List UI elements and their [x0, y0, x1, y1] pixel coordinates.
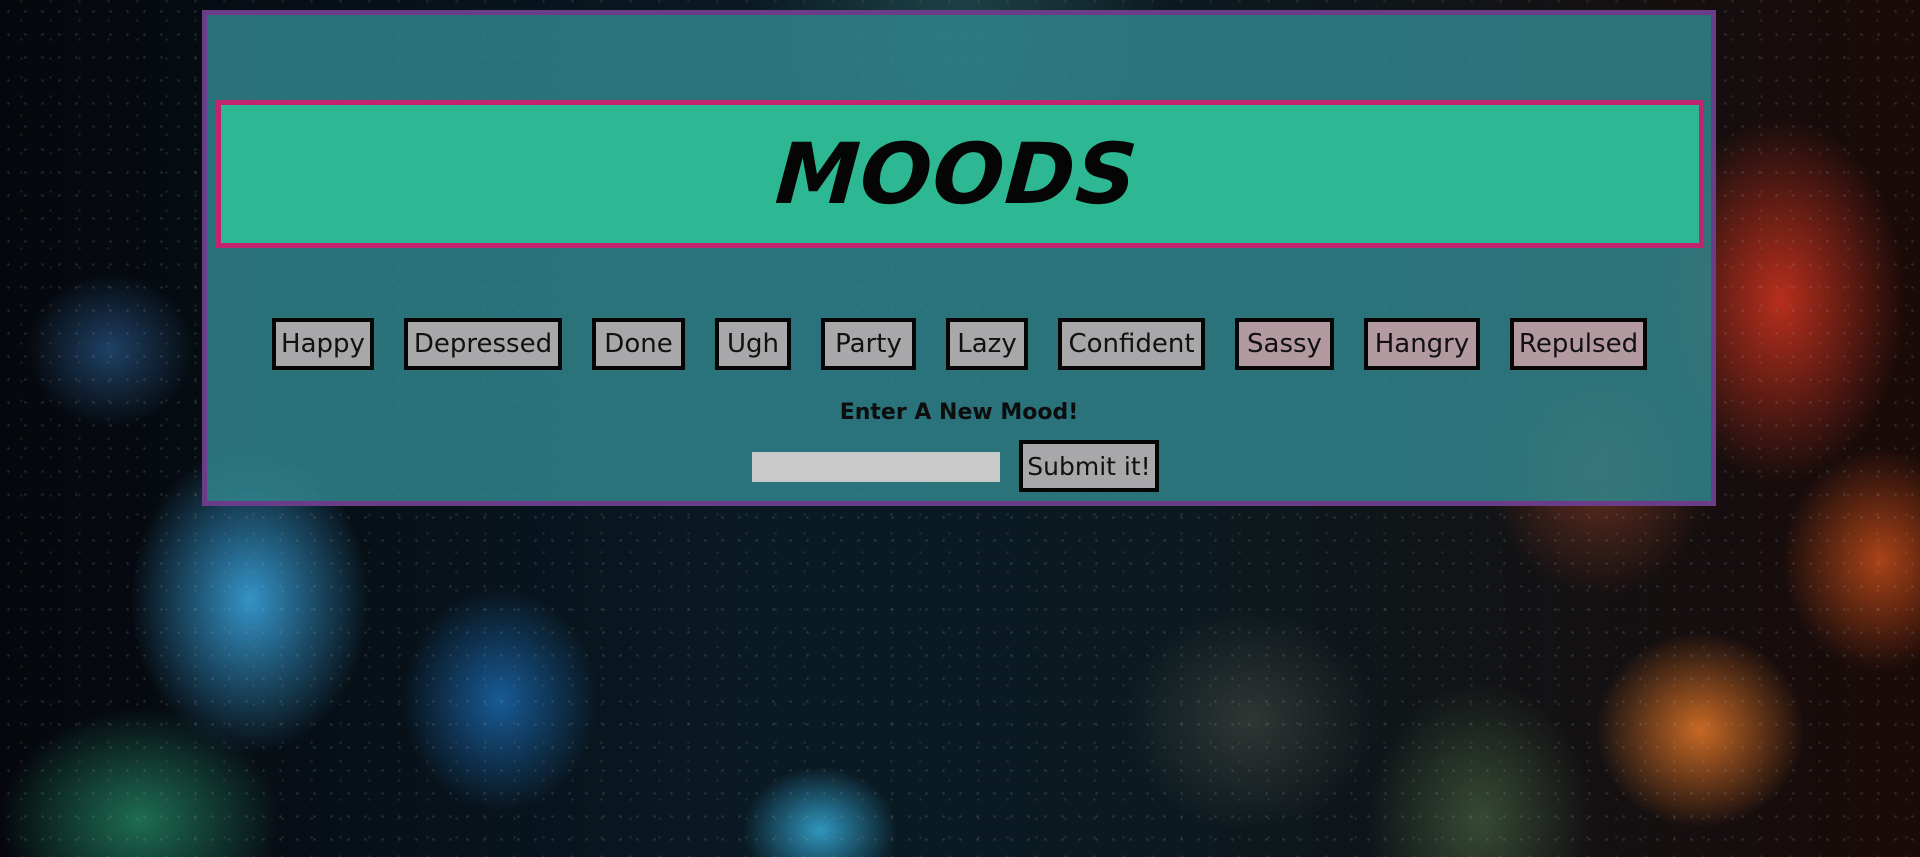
new-mood-input[interactable] [752, 452, 1000, 482]
mood-button-party[interactable]: Party [821, 318, 916, 370]
mood-button-done[interactable]: Done [592, 318, 685, 370]
title-banner: MOODS [216, 100, 1704, 248]
mood-button-repulsed[interactable]: Repulsed [1510, 318, 1647, 370]
mood-button-sassy[interactable]: Sassy [1235, 318, 1334, 370]
mood-button-confident[interactable]: Confident [1058, 318, 1205, 370]
submit-button[interactable]: Submit it! [1019, 440, 1159, 492]
mood-button-happy[interactable]: Happy [272, 318, 374, 370]
page-title: MOODS [772, 125, 1142, 223]
mood-button-row: Happy Depressed Done Ugh Party Lazy Conf… [207, 318, 1711, 370]
mood-button-depressed[interactable]: Depressed [404, 318, 562, 370]
new-mood-label: Enter A New Mood! [839, 400, 1079, 425]
mood-button-hangry[interactable]: Hangry [1364, 318, 1480, 370]
moods-panel: MOODS Happy Depressed Done Ugh Party Laz… [202, 10, 1716, 506]
mood-button-ugh[interactable]: Ugh [715, 318, 791, 370]
mood-button-lazy[interactable]: Lazy [946, 318, 1028, 370]
